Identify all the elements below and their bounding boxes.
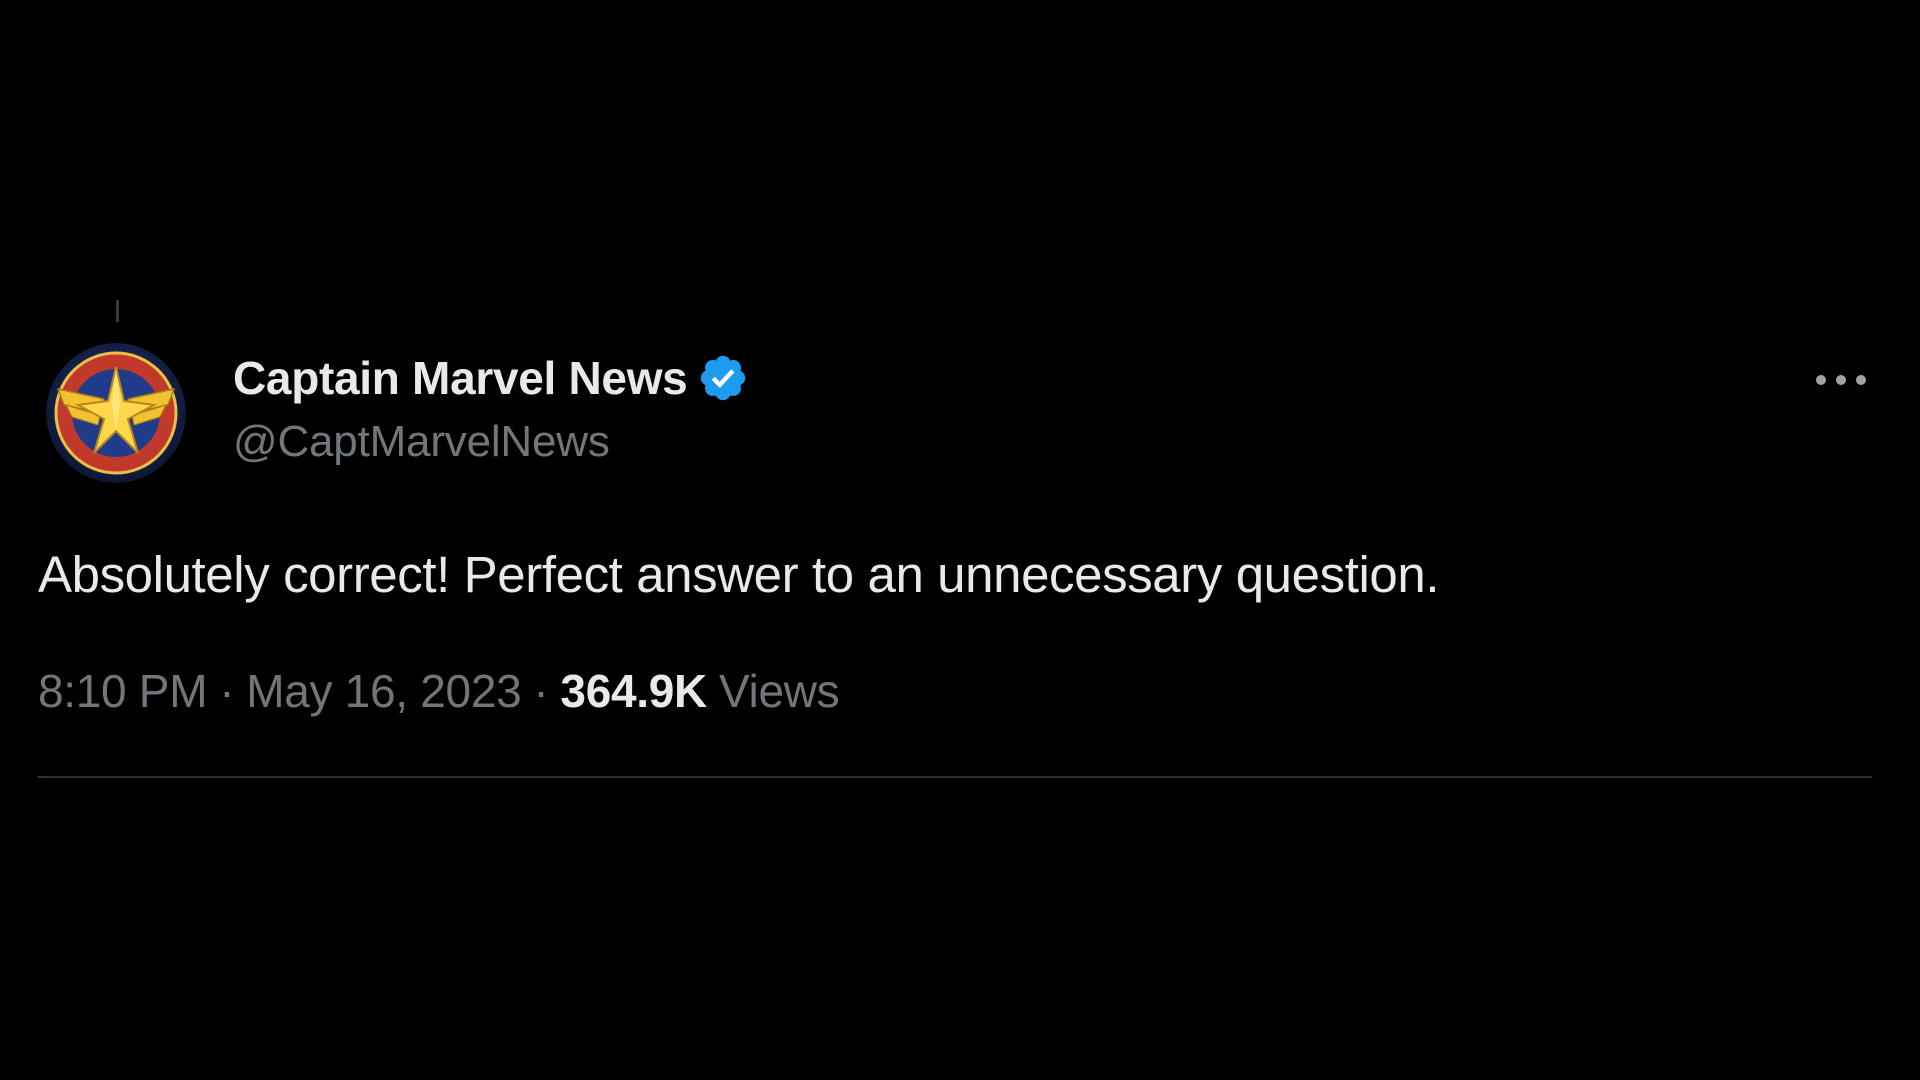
author-handle[interactable]: @CaptMarvelNews (233, 417, 610, 467)
tweet-card: Captain Marvel News @CaptMarvelNews Abso… (0, 0, 1920, 1080)
avatar[interactable] (46, 343, 186, 483)
views-count[interactable]: 364.9K (560, 664, 707, 718)
thread-connector-line (116, 300, 119, 322)
tweet-meta-row: 8:10 PM · May 16, 2023 · 364.9K Views (38, 664, 840, 718)
tweet-text: Absolutely correct! Perfect answer to an… (38, 546, 1440, 603)
author-name-row: Captain Marvel News (233, 350, 749, 406)
meta-separator: · (533, 665, 549, 717)
more-options-icon (1816, 375, 1866, 385)
tweet-time[interactable]: 8:10 PM (38, 664, 208, 718)
display-name[interactable]: Captain Marvel News (233, 351, 688, 405)
more-options-button[interactable] (1810, 362, 1872, 398)
views-label: Views (718, 665, 840, 717)
tweet-date[interactable]: May 16, 2023 (246, 664, 521, 718)
captain-marvel-emblem-icon (46, 343, 186, 483)
meta-separator: · (219, 665, 235, 717)
divider (38, 776, 1872, 778)
verified-badge-icon[interactable] (697, 352, 749, 404)
